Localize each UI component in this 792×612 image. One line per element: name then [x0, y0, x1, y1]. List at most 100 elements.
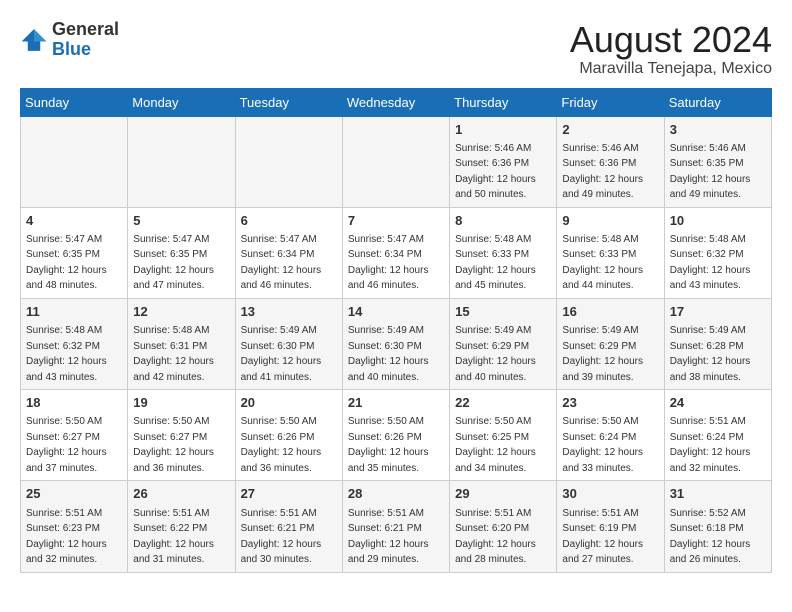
day-number: 18 — [26, 394, 122, 412]
day-number: 16 — [562, 303, 658, 321]
day-number: 12 — [133, 303, 229, 321]
day-number: 5 — [133, 212, 229, 230]
day-info: Sunrise: 5:50 AMSunset: 6:27 PMDaylight:… — [26, 416, 107, 474]
day-info: Sunrise: 5:52 AMSunset: 6:18 PMDaylight:… — [670, 508, 751, 566]
day-cell: 31 Sunrise: 5:52 AMSunset: 6:18 PMDayligh… — [664, 481, 771, 572]
day-cell — [342, 116, 449, 207]
day-info: Sunrise: 5:48 AMSunset: 6:33 PMDaylight:… — [455, 234, 536, 292]
day-info: Sunrise: 5:49 AMSunset: 6:29 PMDaylight:… — [455, 325, 536, 383]
day-info: Sunrise: 5:46 AMSunset: 6:36 PMDaylight:… — [455, 143, 536, 201]
day-info: Sunrise: 5:50 AMSunset: 6:27 PMDaylight:… — [133, 416, 214, 474]
day-cell: 20Sunrise: 5:50 AMSunset: 6:26 PMDayligh… — [235, 390, 342, 481]
day-cell: 1 Sunrise: 5:46 AMSunset: 6:36 PMDaylight… — [450, 116, 557, 207]
day-cell: 15 Sunrise: 5:49 AMSunset: 6:29 PMDayligh… — [450, 298, 557, 389]
day-number: 1 — [455, 121, 551, 139]
day-info: Sunrise: 5:47 AMSunset: 6:34 PMDaylight:… — [241, 234, 322, 292]
day-number: 8 — [455, 212, 551, 230]
header-day-wednesday: Wednesday — [342, 88, 449, 116]
day-number: 6 — [241, 212, 337, 230]
day-info: Sunrise: 5:47 AMSunset: 6:35 PMDaylight:… — [26, 234, 107, 292]
day-cell: 24 Sunrise: 5:51 AMSunset: 6:24 PMDayligh… — [664, 390, 771, 481]
header-day-friday: Friday — [557, 88, 664, 116]
day-cell: 25 Sunrise: 5:51 AMSunset: 6:23 PMDayligh… — [21, 481, 128, 572]
day-cell: 9 Sunrise: 5:48 AMSunset: 6:33 PMDaylight… — [557, 207, 664, 298]
day-number: 30 — [562, 485, 658, 503]
day-cell — [235, 116, 342, 207]
day-cell: 28 Sunrise: 5:51 AMSunset: 6:21 PMDayligh… — [342, 481, 449, 572]
day-info: Sunrise: 5:48 AMSunset: 6:32 PMDaylight:… — [670, 234, 751, 292]
day-cell: 14 Sunrise: 5:49 AMSunset: 6:30 PMDayligh… — [342, 298, 449, 389]
day-cell: 6 Sunrise: 5:47 AMSunset: 6:34 PMDaylight… — [235, 207, 342, 298]
location-subtitle: Maravilla Tenejapa, Mexico — [570, 60, 772, 78]
day-cell: 26 Sunrise: 5:51 AMSunset: 6:22 PMDayligh… — [128, 481, 235, 572]
day-number: 10 — [670, 212, 766, 230]
day-number: 27 — [241, 485, 337, 503]
day-number: 31 — [670, 485, 766, 503]
day-cell: 8 Sunrise: 5:48 AMSunset: 6:33 PMDaylight… — [450, 207, 557, 298]
day-number: 9 — [562, 212, 658, 230]
page-header: General Blue August 2024 Maravilla Tenej… — [20, 20, 772, 78]
day-cell — [128, 116, 235, 207]
day-cell: 18 Sunrise: 5:50 AMSunset: 6:27 PMDayligh… — [21, 390, 128, 481]
day-info: Sunrise: 5:49 AMSunset: 6:29 PMDaylight:… — [562, 325, 643, 383]
day-info: Sunrise: 5:46 AMSunset: 6:35 PMDaylight:… — [670, 143, 751, 201]
day-number: 24 — [670, 394, 766, 412]
day-number: 23 — [562, 394, 658, 412]
day-cell: 23 Sunrise: 5:50 AMSunset: 6:24 PMDayligh… — [557, 390, 664, 481]
day-cell: 17Sunrise: 5:49 AMSunset: 6:28 PMDayligh… — [664, 298, 771, 389]
day-info: Sunrise: 5:49 AMSunset: 6:28 PMDaylight:… — [670, 325, 751, 383]
day-info: Sunrise: 5:51 AMSunset: 6:22 PMDaylight:… — [133, 508, 214, 566]
day-number: 14 — [348, 303, 444, 321]
header-day-sunday: Sunday — [21, 88, 128, 116]
header-day-thursday: Thursday — [450, 88, 557, 116]
day-info: Sunrise: 5:51 AMSunset: 6:20 PMDaylight:… — [455, 508, 536, 566]
logo-general: General — [52, 19, 119, 39]
day-info: Sunrise: 5:51 AMSunset: 6:19 PMDaylight:… — [562, 508, 643, 566]
day-info: Sunrise: 5:49 AMSunset: 6:30 PMDaylight:… — [241, 325, 322, 383]
day-info: Sunrise: 5:50 AMSunset: 6:24 PMDaylight:… — [562, 416, 643, 474]
month-year-title: August 2024 — [570, 20, 772, 60]
logo-text: General Blue — [52, 20, 119, 60]
logo-icon — [20, 26, 48, 54]
day-cell: 11Sunrise: 5:48 AMSunset: 6:32 PMDayligh… — [21, 298, 128, 389]
day-info: Sunrise: 5:46 AMSunset: 6:36 PMDaylight:… — [562, 143, 643, 201]
day-info: Sunrise: 5:51 AMSunset: 6:21 PMDaylight:… — [348, 508, 429, 566]
day-number: 25 — [26, 485, 122, 503]
day-cell: 5Sunrise: 5:47 AMSunset: 6:35 PMDaylight… — [128, 207, 235, 298]
day-info: Sunrise: 5:50 AMSunset: 6:26 PMDaylight:… — [241, 416, 322, 474]
header-day-saturday: Saturday — [664, 88, 771, 116]
day-cell: 4Sunrise: 5:47 AMSunset: 6:35 PMDaylight… — [21, 207, 128, 298]
week-row-5: 25 Sunrise: 5:51 AMSunset: 6:23 PMDayligh… — [21, 481, 772, 572]
day-number: 15 — [455, 303, 551, 321]
day-cell: 13Sunrise: 5:49 AMSunset: 6:30 PMDayligh… — [235, 298, 342, 389]
day-number: 7 — [348, 212, 444, 230]
day-cell: 30 Sunrise: 5:51 AMSunset: 6:19 PMDayligh… — [557, 481, 664, 572]
day-info: Sunrise: 5:51 AMSunset: 6:21 PMDaylight:… — [241, 508, 322, 566]
day-number: 2 — [562, 121, 658, 139]
logo: General Blue — [20, 20, 119, 60]
day-info: Sunrise: 5:47 AMSunset: 6:34 PMDaylight:… — [348, 234, 429, 292]
week-row-3: 11Sunrise: 5:48 AMSunset: 6:32 PMDayligh… — [21, 298, 772, 389]
week-row-4: 18 Sunrise: 5:50 AMSunset: 6:27 PMDayligh… — [21, 390, 772, 481]
day-info: Sunrise: 5:48 AMSunset: 6:33 PMDaylight:… — [562, 234, 643, 292]
calendar-header-row: SundayMondayTuesdayWednesdayThursdayFrid… — [21, 88, 772, 116]
day-info: Sunrise: 5:48 AMSunset: 6:32 PMDaylight:… — [26, 325, 107, 383]
day-cell: 3Sunrise: 5:46 AMSunset: 6:35 PMDaylight… — [664, 116, 771, 207]
day-info: Sunrise: 5:51 AMSunset: 6:24 PMDaylight:… — [670, 416, 751, 474]
day-number: 28 — [348, 485, 444, 503]
day-number: 22 — [455, 394, 551, 412]
logo-blue: Blue — [52, 39, 91, 59]
day-number: 26 — [133, 485, 229, 503]
day-cell: 7 Sunrise: 5:47 AMSunset: 6:34 PMDaylight… — [342, 207, 449, 298]
day-info: Sunrise: 5:49 AMSunset: 6:30 PMDaylight:… — [348, 325, 429, 383]
day-cell: 22Sunrise: 5:50 AMSunset: 6:25 PMDayligh… — [450, 390, 557, 481]
day-number: 19 — [133, 394, 229, 412]
day-cell: 21 Sunrise: 5:50 AMSunset: 6:26 PMDayligh… — [342, 390, 449, 481]
day-cell: 27 Sunrise: 5:51 AMSunset: 6:21 PMDayligh… — [235, 481, 342, 572]
day-number: 21 — [348, 394, 444, 412]
day-info: Sunrise: 5:51 AMSunset: 6:23 PMDaylight:… — [26, 508, 107, 566]
day-cell: 12Sunrise: 5:48 AMSunset: 6:31 PMDayligh… — [128, 298, 235, 389]
day-cell — [21, 116, 128, 207]
week-row-1: 1 Sunrise: 5:46 AMSunset: 6:36 PMDaylight… — [21, 116, 772, 207]
day-info: Sunrise: 5:50 AMSunset: 6:26 PMDaylight:… — [348, 416, 429, 474]
